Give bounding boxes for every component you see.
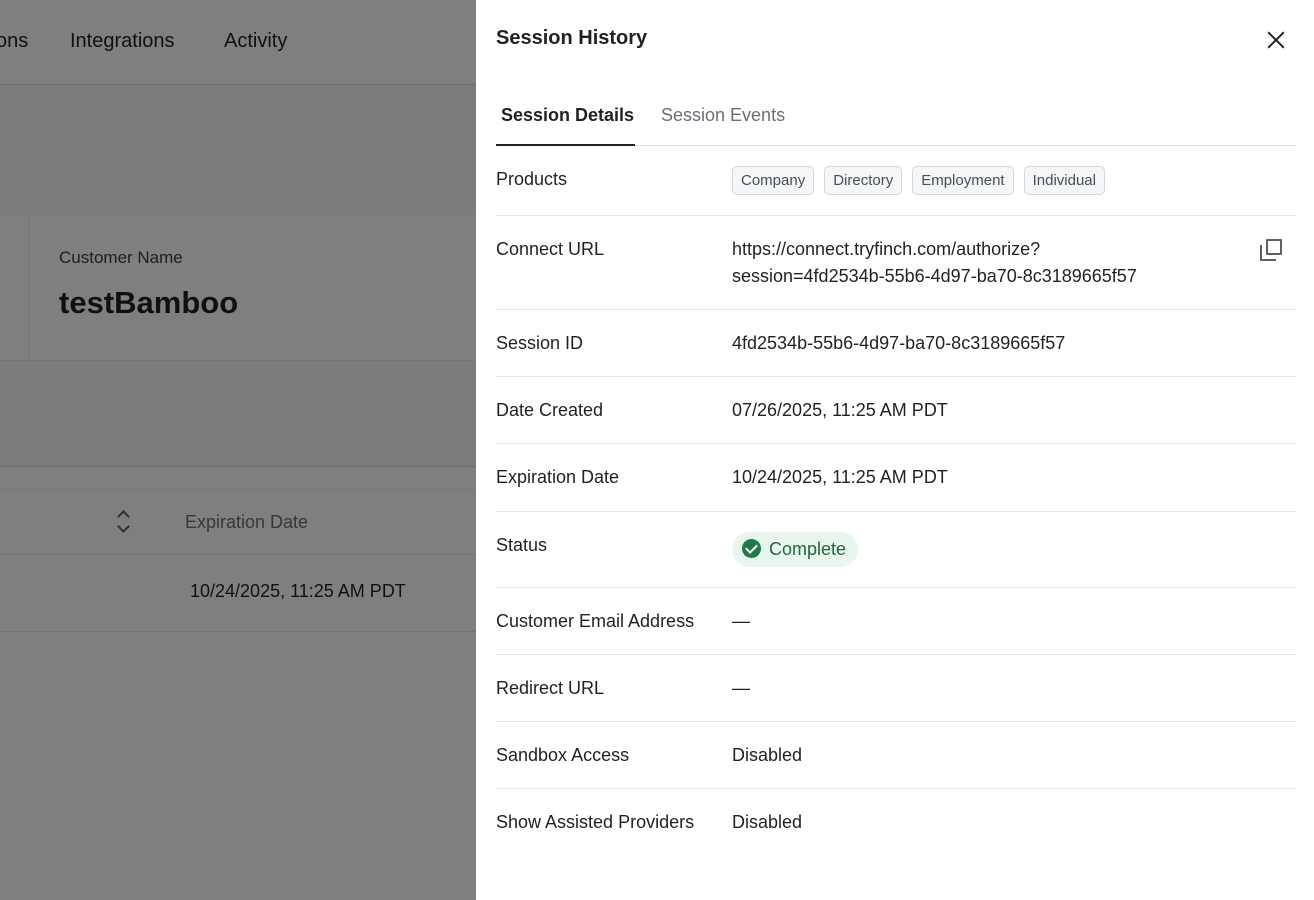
row-session-id: Session ID 4fd2534b-55b6-4d97-ba70-8c318… [496, 310, 1296, 377]
redirect-url-label: Redirect URL [496, 678, 605, 698]
products-chips: Company Directory Employment Individual [732, 166, 1115, 195]
session-id-value: 4fd2534b-55b6-4d97-ba70-8c3189665f57 [732, 333, 1066, 353]
customer-email-value: — [732, 611, 750, 631]
connect-url-value[interactable]: https://connect.tryfinch.com/authorize? … [732, 236, 1137, 290]
session-id-label: Session ID [496, 333, 584, 353]
row-date-created: Date Created 07/26/2025, 11:25 AM PDT [496, 377, 1296, 444]
redirect-url-value: — [732, 678, 750, 698]
row-connect-url: Connect URL https://connect.tryfinch.com… [496, 216, 1296, 310]
row-expiration-date: Expiration Date 10/24/2025, 11:25 AM PDT [496, 444, 1296, 512]
connect-url-line: https://connect.tryfinch.com/authorize? [732, 239, 1041, 259]
session-history-drawer: Session History Session Details Session … [476, 0, 1314, 900]
date-created-value: 07/26/2025, 11:25 AM PDT [732, 400, 948, 420]
product-chip: Company [732, 166, 815, 195]
row-redirect-url: Redirect URL — [496, 655, 1296, 722]
date-created-label: Date Created [496, 400, 604, 420]
row-customer-email: Customer Email Address — [496, 588, 1296, 655]
customer-email-label: Customer Email Address [496, 611, 695, 631]
product-chip: Directory [824, 166, 903, 195]
products-label: Products [496, 169, 568, 189]
product-chip: Individual [1023, 166, 1105, 195]
status-badge: Complete [732, 532, 859, 567]
expiration-date-label: Expiration Date [496, 467, 620, 487]
status-label: Status [496, 535, 548, 555]
sandbox-access-value: Disabled [732, 745, 803, 765]
tab-session-events[interactable]: Session Events [661, 105, 785, 146]
status-text: Complete [769, 539, 847, 559]
tab-bar: Session Details Session Events [496, 90, 1296, 146]
copy-icon[interactable] [1260, 239, 1282, 261]
assisted-providers-value: Disabled [732, 812, 803, 832]
connect-url-label: Connect URL [496, 239, 605, 259]
drawer-title: Session History [496, 27, 648, 49]
details-list: Products Company Directory Employment Indiv… [496, 146, 1296, 856]
connect-url-line: session=4fd2534b-55b6-4d97-ba70-8c318966… [732, 266, 1137, 286]
row-status: Status Complete [496, 512, 1296, 588]
status-value: Complete [732, 532, 859, 567]
product-chip: Employment [912, 166, 1014, 195]
row-products: Products Company Directory Employment Indiv… [496, 146, 1296, 216]
assisted-providers-label: Show Assisted Providers [496, 812, 695, 832]
row-assisted-providers: Show Assisted Providers Disabled [496, 789, 1296, 856]
expiration-date-value: 10/24/2025, 11:25 AM PDT [732, 467, 948, 487]
sandbox-access-label: Sandbox Access [496, 745, 630, 765]
close-icon[interactable] [1262, 26, 1290, 54]
tab-session-details[interactable]: Session Details [496, 105, 635, 146]
row-sandbox-access: Sandbox Access Disabled [496, 722, 1296, 789]
check-circle-icon [742, 539, 761, 558]
